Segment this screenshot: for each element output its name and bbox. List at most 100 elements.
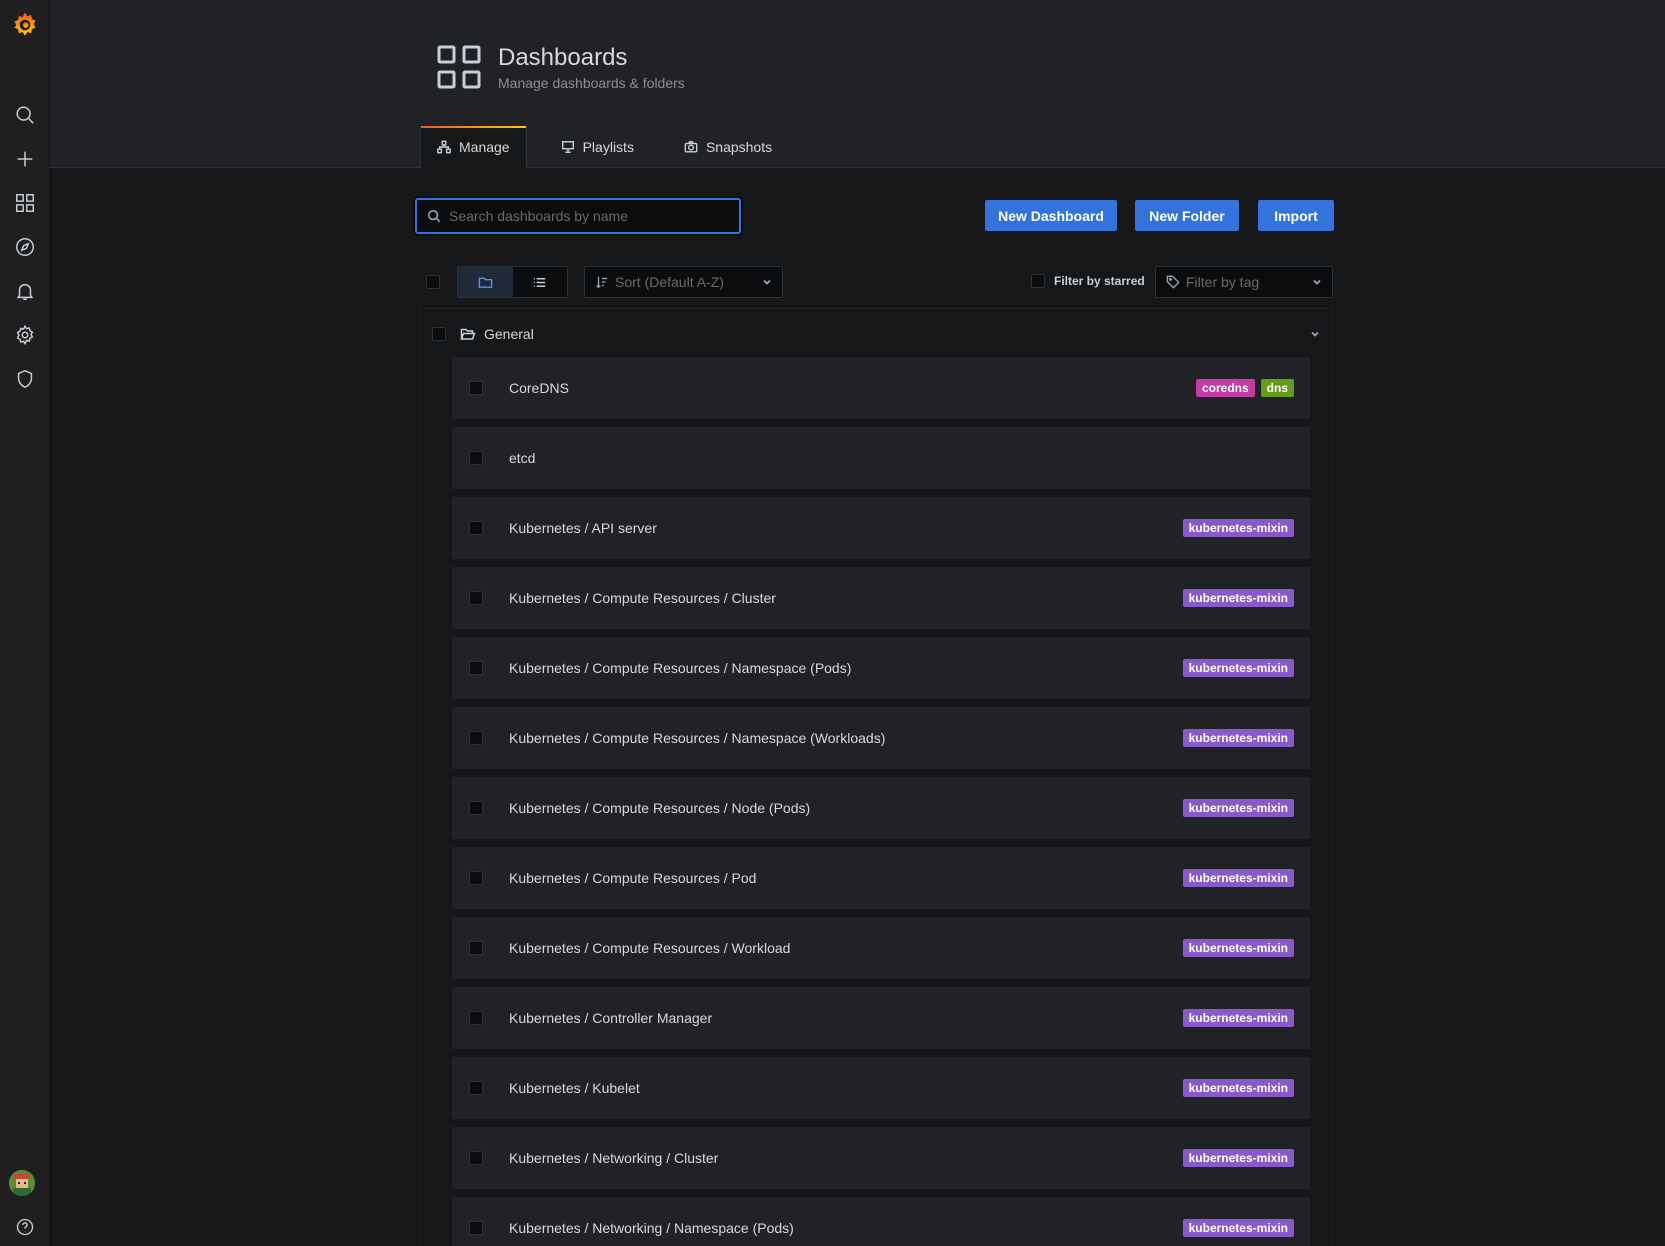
dashboard-checkbox[interactable] <box>469 591 483 605</box>
dashboard-row[interactable]: Kubernetes / Kubelet kubernetes-mixin <box>452 1057 1310 1119</box>
tag-badge[interactable]: kubernetes-mixin <box>1182 1219 1294 1237</box>
dashboard-tags: kubernetes-mixin <box>1182 1009 1294 1027</box>
tag-badge[interactable]: kubernetes-mixin <box>1182 1009 1294 1027</box>
tab-manage[interactable]: Manage <box>420 126 527 168</box>
tag-filter-select[interactable]: Filter by tag <box>1155 266 1333 298</box>
dashboard-title[interactable]: Kubernetes / Networking / Cluster <box>509 1150 718 1166</box>
chevron-down-icon <box>1312 274 1322 290</box>
tag-badge[interactable]: dns <box>1260 379 1294 397</box>
tag-filter-placeholder: Filter by tag <box>1186 274 1260 290</box>
dashboard-list: CoreDNS coredns dns etcd Kubernetes / API se… <box>452 357 1310 1246</box>
dashboard-title[interactable]: etcd <box>509 450 535 466</box>
presentation-icon <box>561 141 574 153</box>
compass-icon[interactable] <box>0 227 50 267</box>
help-icon[interactable] <box>0 1207 50 1246</box>
list-view-button[interactable] <box>512 267 567 297</box>
dashboard-row[interactable]: Kubernetes / Compute Resources / Namespa… <box>452 637 1310 699</box>
list-icon <box>534 277 546 287</box>
dashboard-checkbox[interactable] <box>469 381 483 395</box>
dashboard-title[interactable]: Kubernetes / Controller Manager <box>509 1010 712 1026</box>
search-input[interactable] <box>441 200 739 232</box>
folder-header-general[interactable]: General <box>432 323 1320 345</box>
tag-badge[interactable]: kubernetes-mixin <box>1182 939 1294 957</box>
dashboard-checkbox[interactable] <box>469 661 483 675</box>
dashboard-title[interactable]: Kubernetes / Compute Resources / Cluster <box>509 590 776 606</box>
dashboard-checkbox[interactable] <box>469 801 483 815</box>
dashboard-tags: kubernetes-mixin <box>1182 1149 1294 1167</box>
filter-starred[interactable]: Filter by starred <box>1031 274 1145 288</box>
tag-badge[interactable]: kubernetes-mixin <box>1182 799 1294 817</box>
dashboard-row[interactable]: Kubernetes / API server kubernetes-mixin <box>452 497 1310 559</box>
dashboard-title[interactable]: Kubernetes / Compute Resources / Pod <box>509 870 756 886</box>
import-button[interactable]: Import <box>1258 200 1334 231</box>
tag-badge[interactable]: kubernetes-mixin <box>1182 1149 1294 1167</box>
new-folder-button[interactable]: New Folder <box>1135 200 1239 231</box>
tab-snapshots[interactable]: Snapshots <box>668 126 788 168</box>
dashboard-title[interactable]: Kubernetes / Compute Resources / Workloa… <box>509 940 790 956</box>
plus-icon[interactable] <box>0 139 50 179</box>
cog-icon[interactable] <box>0 315 50 355</box>
dashboard-title[interactable]: Kubernetes / Networking / Namespace (Pod… <box>509 1220 794 1236</box>
dashboard-row[interactable]: CoreDNS coredns dns <box>452 357 1310 419</box>
dashboard-row[interactable]: Kubernetes / Compute Resources / Pod kube… <box>452 847 1310 909</box>
search-icon[interactable] <box>0 95 50 135</box>
dashboard-checkbox[interactable] <box>469 1221 483 1235</box>
dashboard-tags: kubernetes-mixin <box>1182 939 1294 957</box>
dashboard-tags: kubernetes-mixin <box>1182 659 1294 677</box>
dashboard-tags: kubernetes-mixin <box>1182 1079 1294 1097</box>
dashboard-title[interactable]: Kubernetes / Compute Resources / Node (P… <box>509 800 810 816</box>
dashboard-checkbox[interactable] <box>469 871 483 885</box>
dashboard-row[interactable]: Kubernetes / Networking / Cluster kuberne… <box>452 1127 1310 1189</box>
dashboard-checkbox[interactable] <box>469 1081 483 1095</box>
bell-icon[interactable] <box>0 271 50 311</box>
dashboard-tags: kubernetes-mixin <box>1182 589 1294 607</box>
filter-starred-checkbox[interactable] <box>1031 274 1045 288</box>
tag-badge[interactable]: kubernetes-mixin <box>1182 659 1294 677</box>
chevron-down-icon[interactable] <box>1310 326 1320 342</box>
tab-playlists[interactable]: Playlists <box>545 126 650 168</box>
search-icon <box>427 209 441 223</box>
sort-value: Sort (Default A-Z) <box>615 274 724 290</box>
view-mode-toggle <box>457 266 568 298</box>
dashboard-row[interactable]: Kubernetes / Controller Manager kubernete… <box>452 987 1310 1049</box>
sort-icon <box>596 276 608 289</box>
tag-badge[interactable]: kubernetes-mixin <box>1182 729 1294 747</box>
select-all-checkbox[interactable] <box>426 275 440 289</box>
dashboard-row[interactable]: Kubernetes / Compute Resources / Cluster… <box>452 567 1310 629</box>
sidebar <box>0 0 50 1246</box>
dashboard-row[interactable]: etcd <box>452 427 1310 489</box>
dashboard-row[interactable]: Kubernetes / Compute Resources / Namespa… <box>452 707 1310 769</box>
dashboard-title[interactable]: Kubernetes / Compute Resources / Namespa… <box>509 730 885 746</box>
sort-select[interactable]: Sort (Default A-Z) <box>584 266 783 298</box>
tag-badge[interactable]: kubernetes-mixin <box>1182 519 1294 537</box>
grafana-logo-icon[interactable] <box>0 5 50 45</box>
dashboard-checkbox[interactable] <box>469 731 483 745</box>
dashboard-title[interactable]: CoreDNS <box>509 380 569 396</box>
tag-badge[interactable]: coredns <box>1195 379 1255 397</box>
page-header: Dashboards Manage dashboards & folders M… <box>50 0 1665 168</box>
folder-checkbox[interactable] <box>432 327 446 341</box>
shield-icon[interactable] <box>0 359 50 399</box>
avatar[interactable] <box>9 1170 35 1196</box>
dashboard-checkbox[interactable] <box>469 941 483 955</box>
dashboard-title[interactable]: Kubernetes / Kubelet <box>509 1080 640 1096</box>
dashboard-checkbox[interactable] <box>469 521 483 535</box>
dashboard-tags: kubernetes-mixin <box>1182 1219 1294 1237</box>
tag-badge[interactable]: kubernetes-mixin <box>1182 1079 1294 1097</box>
tag-badge[interactable]: kubernetes-mixin <box>1182 589 1294 607</box>
search-input-wrapper <box>415 198 741 234</box>
tag-badge[interactable]: kubernetes-mixin <box>1182 869 1294 887</box>
dashboard-title[interactable]: Kubernetes / Compute Resources / Namespa… <box>509 660 851 676</box>
dashboard-row[interactable]: Kubernetes / Networking / Namespace (Pod… <box>452 1197 1310 1246</box>
apps-icon[interactable] <box>0 183 50 223</box>
folder-open-icon <box>460 328 476 340</box>
dashboard-row[interactable]: Kubernetes / Compute Resources / Workloa… <box>452 917 1310 979</box>
dashboard-row[interactable]: Kubernetes / Compute Resources / Node (P… <box>452 777 1310 839</box>
folder-view-button[interactable] <box>458 267 513 297</box>
dashboard-checkbox[interactable] <box>469 451 483 465</box>
new-dashboard-button[interactable]: New Dashboard <box>985 200 1117 231</box>
dashboard-title[interactable]: Kubernetes / API server <box>509 520 657 536</box>
dashboard-checkbox[interactable] <box>469 1011 483 1025</box>
dashboard-checkbox[interactable] <box>469 1151 483 1165</box>
tab-bar: Manage Playlists Snapshots <box>420 126 788 168</box>
